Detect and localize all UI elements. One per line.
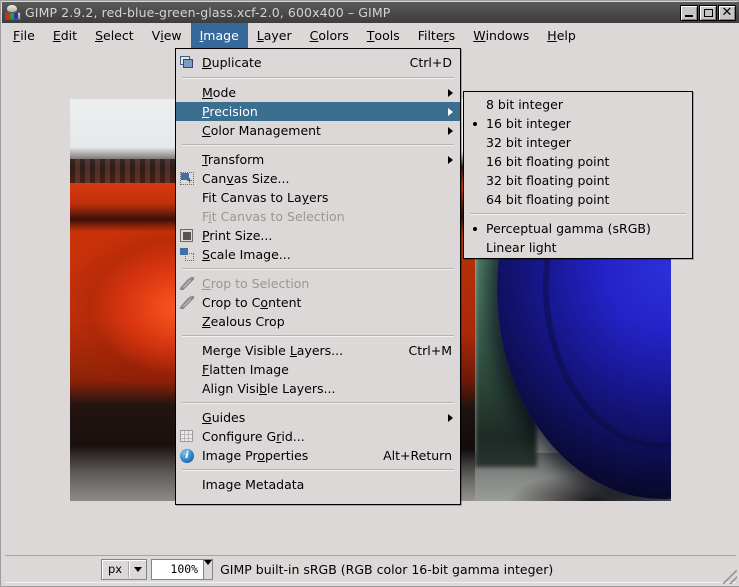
menu-item-precision[interactable]: Precision (176, 102, 460, 121)
menu-item-print-size[interactable]: Print Size... (176, 226, 460, 245)
menu-separator (182, 335, 454, 337)
canvas-size-icon: + (180, 171, 197, 187)
menubar-item-view[interactable]: Vi ew (143, 23, 191, 48)
menu-separator (182, 402, 454, 404)
minimize-button[interactable] (680, 4, 698, 21)
chevron-right-icon (448, 155, 453, 164)
gimp-window: GIMP 2.9.2, red-blue-green-glass.xcf-2.0… (0, 0, 739, 587)
menu-item-32-bit-floating-point[interactable]: 32 bit floating point (464, 171, 692, 190)
menu-item-16-bit-floating-point[interactable]: 16 bit floating point (464, 152, 692, 171)
menu-separator (182, 144, 454, 146)
menu-item-zealous-crop[interactable]: Zealous Crop (176, 312, 460, 331)
menubar: File Edit Select Vi ew Image Layer Colors… (2, 23, 739, 48)
menu-item-canvas-size[interactable]: + Canvas Size... (176, 169, 460, 188)
crop-icon (180, 295, 197, 311)
menubar-item-filters[interactable]: Filte r s (409, 23, 464, 48)
precision-submenu-popup[interactable]: 8 bit integer 16 bit integer 32 bit inte… (463, 91, 693, 259)
menubar-item-tools[interactable]: Tools (358, 23, 409, 48)
menu-separator (182, 77, 454, 79)
accel-merge-visible-layers: Ctrl+M (408, 343, 453, 358)
crop-icon (180, 276, 197, 292)
close-button[interactable]: ✕ (718, 4, 736, 21)
menu-item-16-bit-integer[interactable]: 16 bit integer (464, 114, 692, 133)
menubar-item-colors[interactable]: Colors (301, 23, 358, 48)
menubar-label-file: ile (20, 28, 35, 43)
menu-label-image-metadata: Image Metadata (202, 477, 305, 492)
menu-item-crop-to-content[interactable]: Crop to Content (176, 293, 460, 312)
close-icon: ✕ (721, 5, 733, 20)
unit-value: px (108, 562, 123, 576)
chevron-down-icon[interactable] (130, 566, 146, 572)
menu-item-merge-visible-layers[interactable]: Merge Visible Layers... Ctrl+M (176, 341, 460, 360)
menu-item-32-bit-integer[interactable]: 32 bit integer (464, 133, 692, 152)
menu-item-transform[interactable]: Transform (176, 150, 460, 169)
statusbar-message: GIMP built-in sRGB (RGB color 16-bit gam… (220, 561, 554, 577)
menu-item-fit-canvas-to-selection: Fit Canvas to Selection (202, 209, 345, 224)
menu-item-image-properties[interactable]: i Image Properties Alt+Return (176, 446, 460, 465)
menu-item-guides[interactable]: Guides (176, 408, 460, 427)
scale-image-icon (180, 247, 197, 263)
menu-item-align-visible-layers[interactable]: Align Visible Layers... (176, 379, 460, 398)
statusbar: px 100% GIMP built-in sRGB (RGB color 16… (2, 549, 739, 586)
menu-separator (182, 469, 454, 471)
accel-image-properties: Alt+Return (383, 448, 452, 463)
accel-duplicate: Ctrl+D (409, 55, 452, 70)
window-title: GIMP 2.9.2, red-blue-green-glass.xcf-2.0… (25, 5, 391, 20)
chevron-right-icon (448, 107, 453, 116)
zoom-selector[interactable]: 100% (151, 558, 214, 580)
menu-item-scale-image[interactable]: Scale Image... (176, 245, 460, 264)
menu-item-crop-to-selection: Crop to Selection (176, 274, 460, 293)
menu-item-mode[interactable]: Mode (176, 83, 460, 102)
window-controls: ✕ (680, 4, 739, 21)
info-icon: i (180, 448, 197, 464)
zoom-value[interactable]: 100% (152, 562, 203, 576)
radio-selected-icon (473, 226, 477, 231)
menubar-item-layer[interactable]: Layer (248, 23, 301, 48)
menubar-item-image[interactable]: Image (190, 23, 248, 48)
chevron-right-icon (448, 413, 453, 422)
menu-separator (470, 213, 686, 215)
menu-item-8-bit-integer[interactable]: 8 bit integer (464, 95, 692, 114)
menubar-item-help[interactable]: Help (538, 23, 585, 48)
menu-item-fit-canvas-to-layers[interactable]: Fit Canvas to Layers (176, 188, 460, 207)
menu-item-64-bit-floating-point[interactable]: 64 bit floating point (464, 190, 692, 209)
unit-selector[interactable]: px (101, 558, 148, 580)
menu-item-linear-light[interactable]: Linear light (464, 238, 692, 257)
menubar-item-edit[interactable]: Edit (44, 23, 86, 48)
radio-selected-icon (473, 121, 477, 126)
maximize-icon (703, 8, 713, 17)
menu-item-color-management[interactable]: Color Management (176, 121, 460, 140)
minimize-icon (685, 14, 693, 17)
print-size-icon (180, 228, 197, 244)
gimp-wilber-icon (5, 4, 21, 21)
menu-item-flatten-image[interactable]: Flatten Image (176, 360, 460, 379)
window-titlebar: GIMP 2.9.2, red-blue-green-glass.xcf-2.0… (2, 2, 739, 23)
chevron-down-icon[interactable] (203, 559, 213, 579)
menu-item-image-metadata[interactable]: Image Metadata (176, 475, 460, 494)
menu-item-perceptual-gamma-srgb[interactable]: Perceptual gamma (sRGB) (464, 219, 692, 238)
duplicate-icon (180, 55, 197, 71)
menubar-item-file[interactable]: File (4, 23, 44, 48)
menubar-item-windows[interactable]: Windows (464, 23, 538, 48)
menubar-item-select[interactable]: Select (86, 23, 143, 48)
menu-item-duplicate[interactable]: Duplicate Ctrl+D (176, 52, 460, 73)
resize-grip-icon[interactable] (723, 570, 737, 584)
grid-icon (180, 429, 197, 445)
maximize-button[interactable] (699, 4, 717, 21)
chevron-right-icon (448, 126, 453, 135)
chevron-right-icon (448, 88, 453, 97)
menu-separator (182, 268, 454, 270)
image-menu-popup[interactable]: Duplicate Ctrl+D Mode Precision Color Ma… (175, 48, 461, 505)
menu-item-configure-grid[interactable]: Configure Grid... (176, 427, 460, 446)
